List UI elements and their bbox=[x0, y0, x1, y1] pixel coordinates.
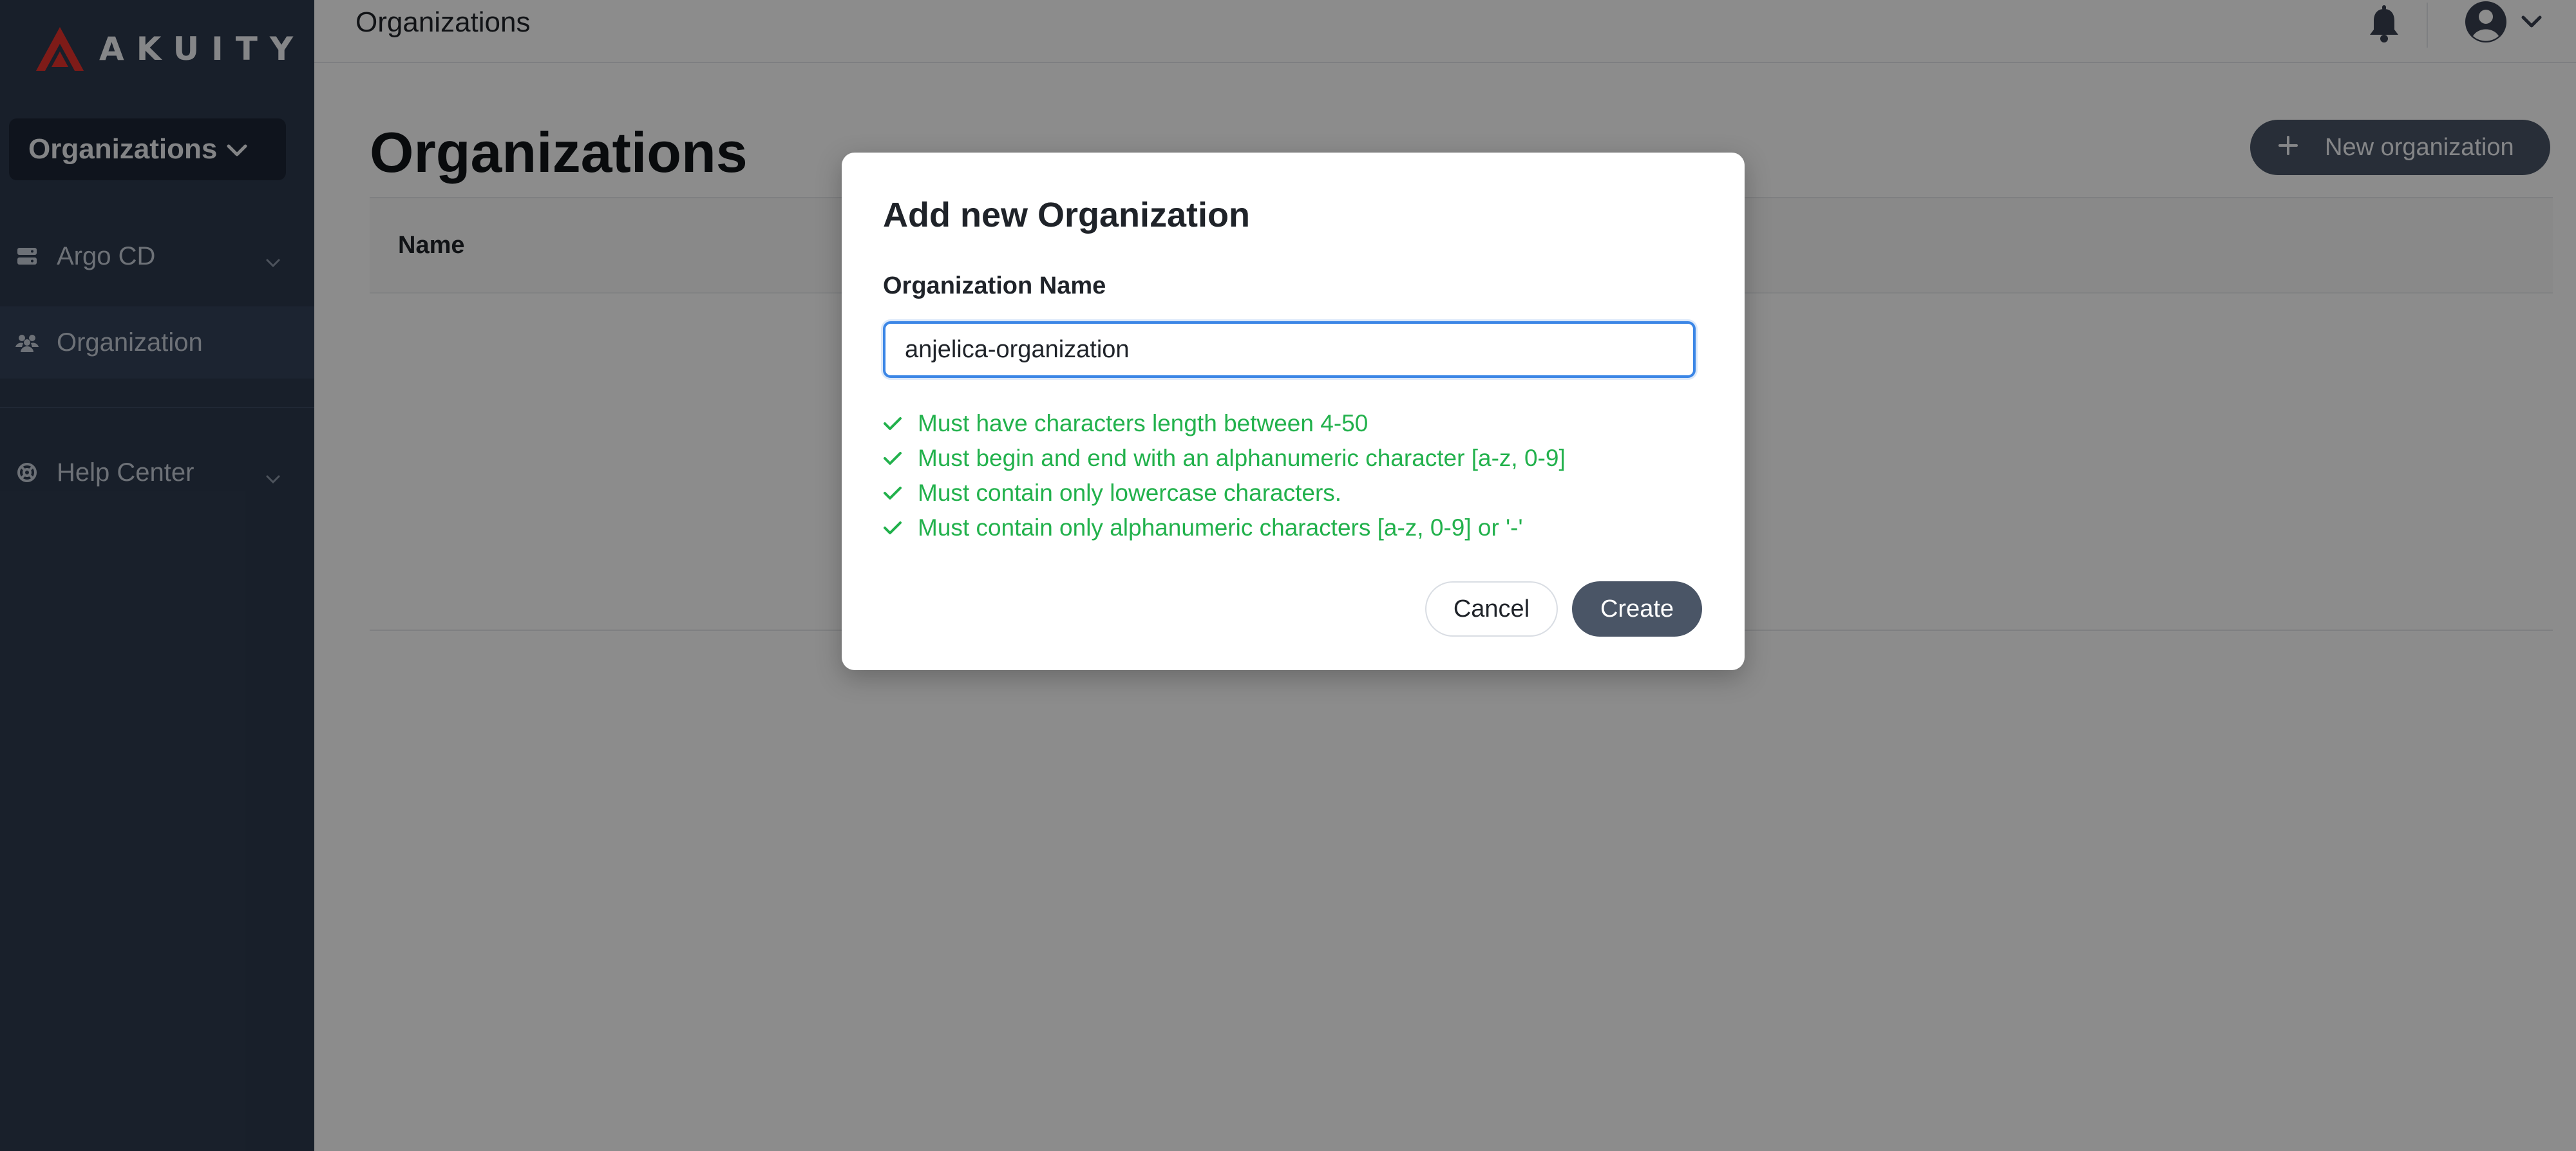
validation-rule-text: Must begin and end with an alphanumeric … bbox=[918, 445, 1566, 471]
validation-rule: Must begin and end with an alphanumeric … bbox=[883, 441, 1566, 476]
validation-rules: Must have characters length between 4-50… bbox=[883, 406, 1566, 545]
validation-rule-text: Must contain only lowercase characters. bbox=[918, 480, 1342, 506]
dialog-title: Add new Organization bbox=[883, 196, 1251, 234]
organization-name-label: Organization Name bbox=[883, 272, 1106, 299]
validation-rule: Must have characters length between 4-50 bbox=[883, 406, 1566, 441]
check-icon bbox=[883, 451, 902, 466]
check-icon bbox=[883, 520, 902, 536]
create-button[interactable]: Create bbox=[1572, 581, 1702, 637]
check-icon bbox=[883, 416, 902, 431]
validation-rule: Must contain only alphanumeric character… bbox=[883, 510, 1566, 545]
validation-rule-text: Must have characters length between 4-50 bbox=[918, 410, 1368, 436]
cancel-button[interactable]: Cancel bbox=[1425, 581, 1558, 637]
validation-rule-text: Must contain only alphanumeric character… bbox=[918, 514, 1523, 541]
validation-rule: Must contain only lowercase characters. bbox=[883, 476, 1566, 510]
add-organization-dialog: Add new Organization Organization Name M… bbox=[842, 153, 1745, 670]
organization-name-input[interactable] bbox=[883, 321, 1696, 378]
check-icon bbox=[883, 485, 902, 501]
